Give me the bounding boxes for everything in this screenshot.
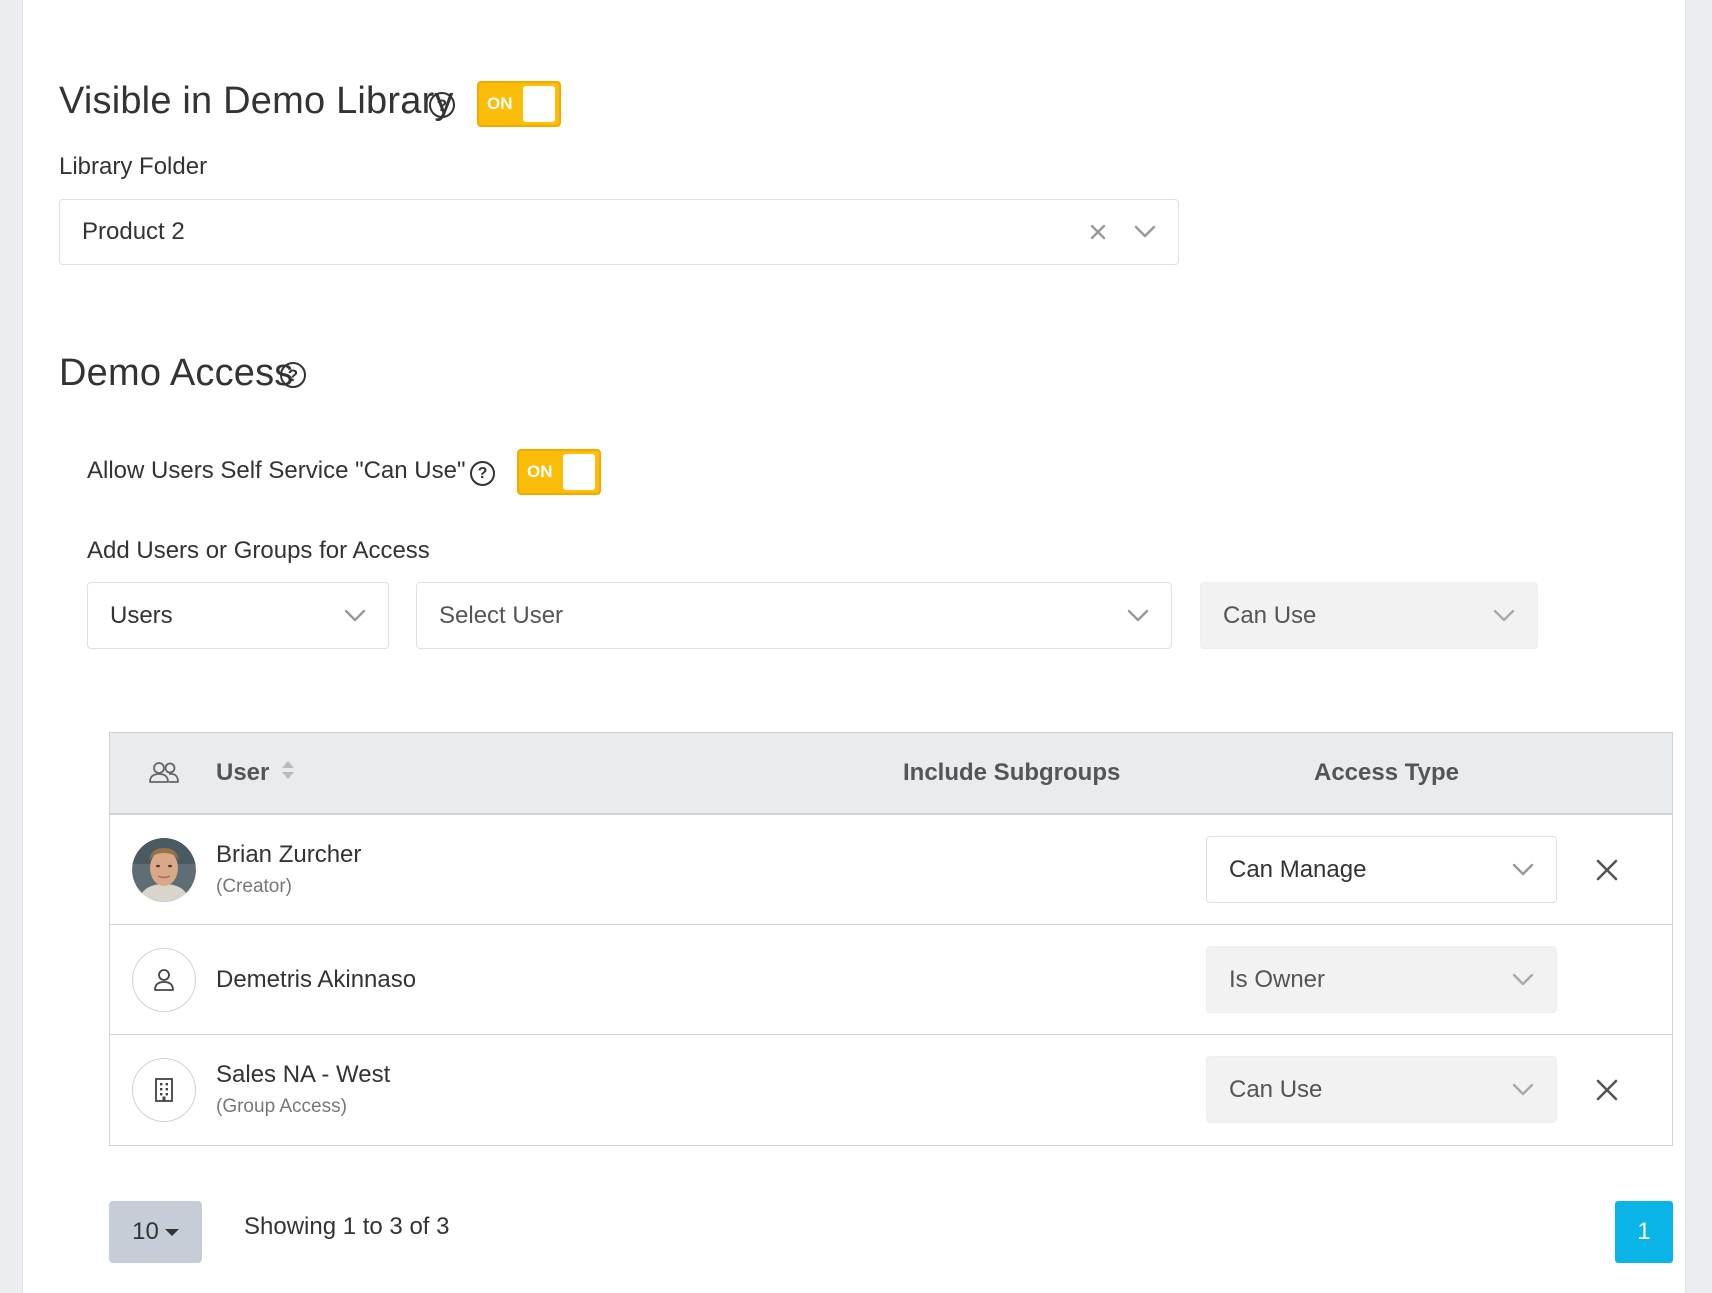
library-folder-select[interactable]: Product 2	[59, 199, 1179, 265]
self-service-toggle[interactable]: ON	[517, 449, 601, 495]
principal-type-value: Users	[110, 601, 173, 629]
table-row: Sales NA - West (Group Access) Can Use	[110, 1035, 1672, 1145]
caret-down-icon	[164, 1228, 179, 1236]
user-icon	[132, 948, 196, 1012]
chevron-down-icon	[1512, 973, 1534, 987]
chevron-down-icon	[1512, 863, 1534, 877]
table-row: Demetris Akinnaso Is Owner	[110, 925, 1672, 1035]
remove-icon[interactable]	[1594, 1077, 1620, 1103]
add-users-label: Add Users or Groups for Access	[87, 537, 430, 564]
avatar	[132, 838, 196, 902]
building-icon	[132, 1058, 196, 1122]
toggle-on-label: ON	[487, 94, 513, 113]
access-type-value: Can Use	[1223, 601, 1317, 629]
visible-in-library-toggle[interactable]: ON	[477, 81, 561, 127]
principal-type-select[interactable]: Users	[87, 582, 389, 649]
chevron-down-icon	[344, 609, 366, 623]
page-button-current[interactable]: 1	[1615, 1201, 1673, 1263]
settings-panel: Visible in Demo Library ? ON Library Fol…	[22, 0, 1686, 1293]
row-access-value: Can Manage	[1229, 855, 1367, 883]
help-icon[interactable]: ?	[470, 461, 495, 486]
row-user-name: Brian Zurcher	[216, 841, 362, 868]
library-folder-value: Product 2	[82, 218, 185, 245]
chevron-down-icon	[1512, 1083, 1534, 1097]
row-user-sub: (Group Access)	[216, 1096, 347, 1117]
row-access-value: Is Owner	[1229, 965, 1326, 993]
self-service-label: Allow Users Self Service "Can Use"	[87, 457, 466, 484]
sort-icon[interactable]	[281, 759, 295, 788]
row-user-name: Sales NA - West	[216, 1061, 391, 1088]
page-size-dropdown[interactable]: 10	[109, 1201, 202, 1263]
toggle-knob	[563, 454, 595, 490]
page-size-value: 10	[132, 1218, 159, 1245]
row-user-sub: (Creator)	[216, 876, 293, 897]
table-header: User Include Subgroups Access Type	[110, 733, 1672, 815]
library-folder-label: Library Folder	[59, 153, 208, 180]
toggle-knob	[523, 86, 555, 122]
row-user-name: Demetris Akinnaso	[216, 966, 417, 993]
remove-icon[interactable]	[1594, 857, 1620, 883]
column-header-user-label: User	[216, 759, 270, 786]
select-user-dropdown[interactable]: Select User	[416, 582, 1172, 649]
access-type-select: Can Use	[1200, 582, 1538, 649]
table-row: Brian Zurcher (Creator) Can Manage	[110, 815, 1672, 925]
chevron-down-icon	[1493, 609, 1515, 623]
row-access-select: Is Owner	[1206, 946, 1557, 1013]
help-icon[interactable]: ?	[280, 362, 306, 388]
chevron-down-icon	[1127, 609, 1149, 623]
clear-icon[interactable]	[1088, 222, 1108, 242]
row-access-value: Can Use	[1229, 1075, 1323, 1103]
users-group-icon	[148, 733, 180, 813]
visible-in-library-title: Visible in Demo Library	[59, 80, 454, 122]
select-user-placeholder: Select User	[439, 601, 564, 629]
toggle-on-label: ON	[527, 462, 553, 481]
chevron-down-icon	[1134, 225, 1156, 239]
row-access-select: Can Use	[1206, 1056, 1557, 1123]
row-access-select[interactable]: Can Manage	[1206, 836, 1557, 903]
pagination-info: Showing 1 to 3 of 3	[244, 1213, 450, 1240]
access-table: User Include Subgroups Access Type Brian…	[109, 732, 1673, 1146]
column-header-user[interactable]: User	[216, 733, 295, 813]
demo-access-title: Demo Access	[59, 352, 294, 394]
column-header-access-type: Access Type	[1314, 759, 1459, 786]
help-icon[interactable]: ?	[429, 92, 455, 118]
column-header-include-subgroups: Include Subgroups	[903, 759, 1121, 786]
